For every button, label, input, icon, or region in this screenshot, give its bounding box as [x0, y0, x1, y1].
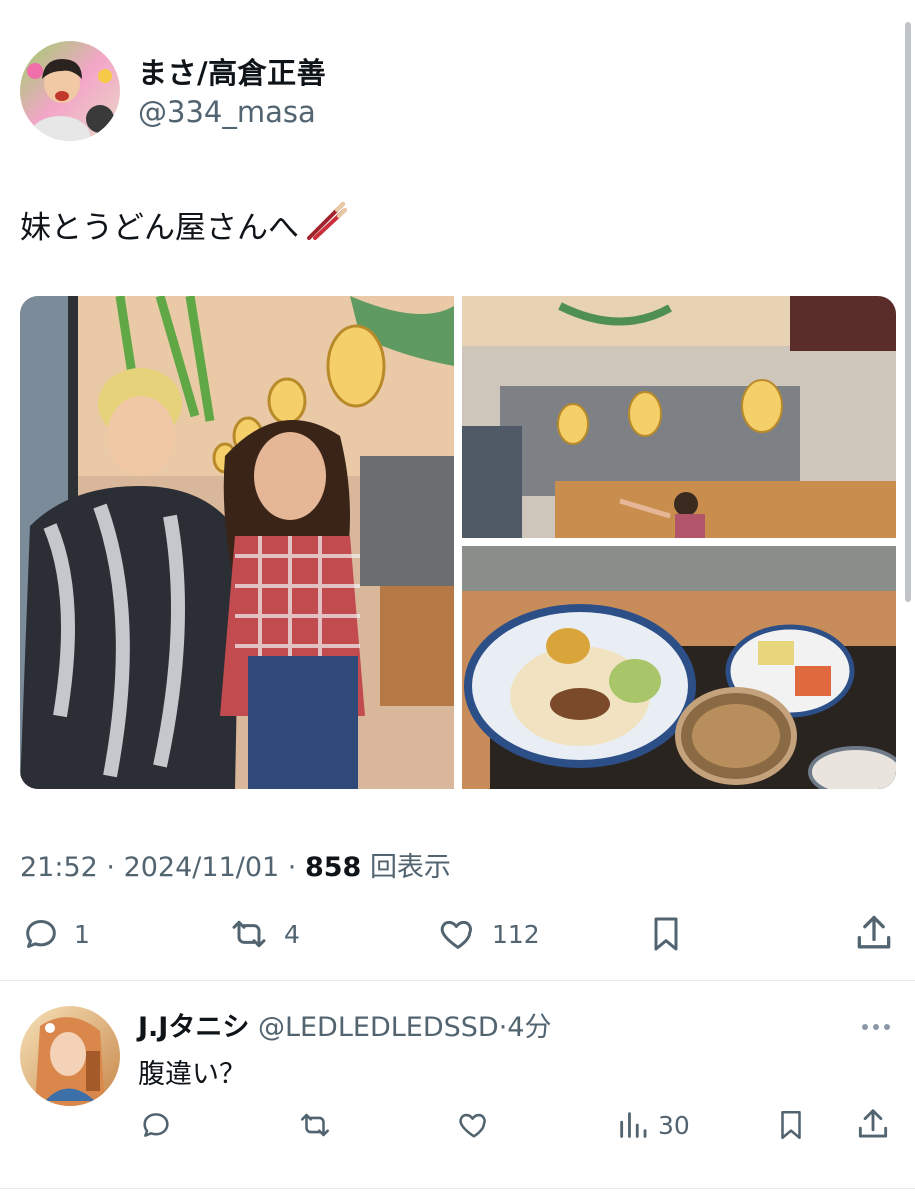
bookmark-button[interactable] [646, 912, 686, 956]
author-handle[interactable]: @334_masa [138, 95, 316, 129]
tweet-meta: 21:52 · 2024/11/01 · 858 回表示 [20, 845, 451, 884]
reply-bookmark-button[interactable] [774, 1106, 808, 1144]
like-button[interactable]: 112 [436, 914, 540, 954]
share-icon [857, 915, 891, 949]
more-options-button[interactable] [860, 1010, 892, 1038]
reply-time[interactable]: 4分 [507, 1012, 551, 1043]
reply-views-count: 30 [658, 1110, 690, 1140]
author-avatar[interactable] [20, 41, 120, 141]
views-label: 回表示 [369, 852, 451, 883]
reply-share-button[interactable] [854, 1106, 892, 1144]
reply-header: J.Jタニシ @LEDLEDLEDSSD·4分 [138, 1005, 551, 1044]
heart-icon [440, 920, 472, 949]
reply-handle[interactable]: @LEDLEDLEDSSD [258, 1012, 499, 1043]
reply-reply-button[interactable] [138, 1108, 174, 1142]
heart-icon [459, 1113, 486, 1138]
reply-icon [26, 920, 56, 948]
retweet-button[interactable]: 4 [226, 914, 300, 954]
divider [0, 980, 915, 981]
tweet-body: 妹とうどん屋さんへ [20, 209, 299, 246]
share-button[interactable] [852, 912, 896, 956]
more-icon [862, 1024, 890, 1030]
tweet-text: 妹とうどん屋さんへ [20, 200, 347, 248]
bookmark-icon [781, 1110, 801, 1140]
photo-siblings[interactable] [20, 296, 454, 789]
tweet-date: 2024/11/01 [123, 852, 280, 883]
tweet-media-grid[interactable] [20, 296, 896, 789]
meta-separator: · [106, 852, 124, 883]
photo-restaurant-kitchen[interactable] [462, 296, 896, 538]
divider [0, 1188, 915, 1189]
reply-author-avatar[interactable] [20, 1006, 120, 1106]
author-display-name[interactable]: まさ/高倉正善 [138, 50, 326, 92]
retweet-count: 4 [284, 919, 300, 949]
like-count: 112 [492, 919, 540, 949]
scrollbar[interactable] [905, 22, 911, 602]
reply-display-name[interactable]: J.Jタニシ [138, 1012, 249, 1043]
chopsticks-icon [305, 200, 347, 248]
reply-retweet-button[interactable] [296, 1108, 334, 1142]
reply-separator: · [498, 1012, 508, 1043]
retweet-icon [300, 1113, 330, 1137]
reply-views-button[interactable]: 30 [616, 1108, 690, 1142]
views-icon [620, 1112, 647, 1138]
views-count: 858 [304, 852, 362, 883]
meta-separator: · [287, 852, 305, 883]
reply-button[interactable]: 1 [20, 914, 90, 954]
tweet-time: 21:52 [20, 852, 98, 883]
bookmark-icon [654, 917, 678, 951]
retweet-icon [232, 920, 266, 948]
photo-udon-meal[interactable] [462, 546, 896, 789]
share-icon [858, 1109, 888, 1138]
reply-icon [143, 1113, 169, 1137]
reply-like-button[interactable] [456, 1108, 492, 1142]
reply-text: 腹違い？ [138, 1059, 246, 1090]
reply-count: 1 [74, 919, 90, 949]
